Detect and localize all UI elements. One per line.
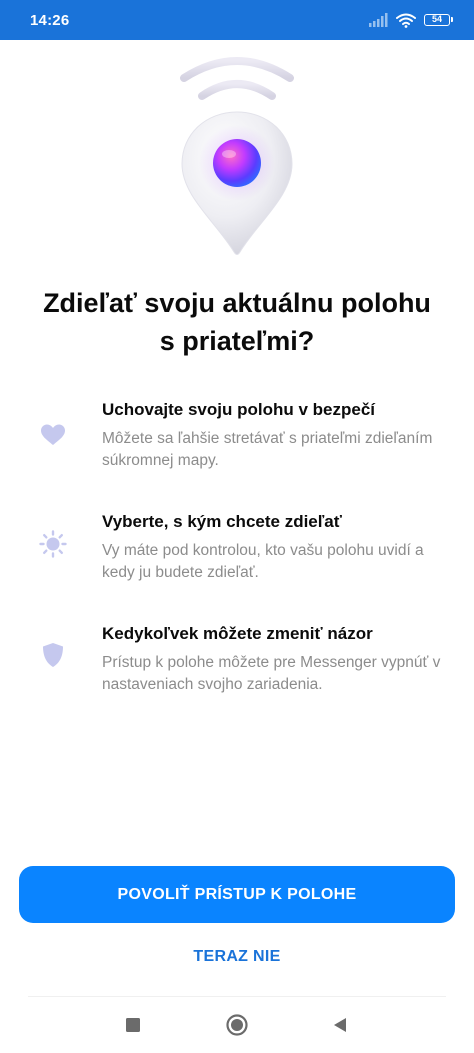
feature-title: Uchovajte svoju polohu v bezpečí [102,400,375,419]
status-bar: 14:26 54 [0,0,474,40]
shield-icon [38,640,68,670]
feature-title: Kedykoľvek môžete zmeniť názor [102,624,373,643]
feature-description: Vy máte pod kontrolou, kto vašu polohu u… [102,542,424,581]
home-icon[interactable] [223,1011,251,1039]
status-icons: 54 [368,11,453,29]
sun-icon [38,529,68,559]
feature-description: Prístup k polohe môžete pre Messenger vy… [102,654,441,693]
back-icon[interactable] [326,1011,354,1039]
navigation-bar [0,997,474,1053]
feature-description: Môžete sa ľahšie stretávať s priateľmi z… [102,430,433,469]
battery-icon: 54 [424,14,453,26]
recent-apps-icon[interactable] [119,1011,147,1039]
status-time: 14:26 [30,12,70,29]
wifi-icon [396,13,416,28]
allow-location-button[interactable]: POVOLIŤ PRÍSTUP K POLOHE [19,866,455,923]
signal-icon [369,13,388,27]
location-pin-broadcast-icon [170,50,304,262]
battery-level: 54 [431,14,442,24]
page-title: Zdieľať svoju aktuálnu polohu s priateľm… [43,288,431,356]
heart-icon [38,420,68,450]
not-now-button[interactable]: TERAZ NIE [137,940,337,974]
feature-title: Vyberte, s kým chcete zdieľať [102,512,342,531]
